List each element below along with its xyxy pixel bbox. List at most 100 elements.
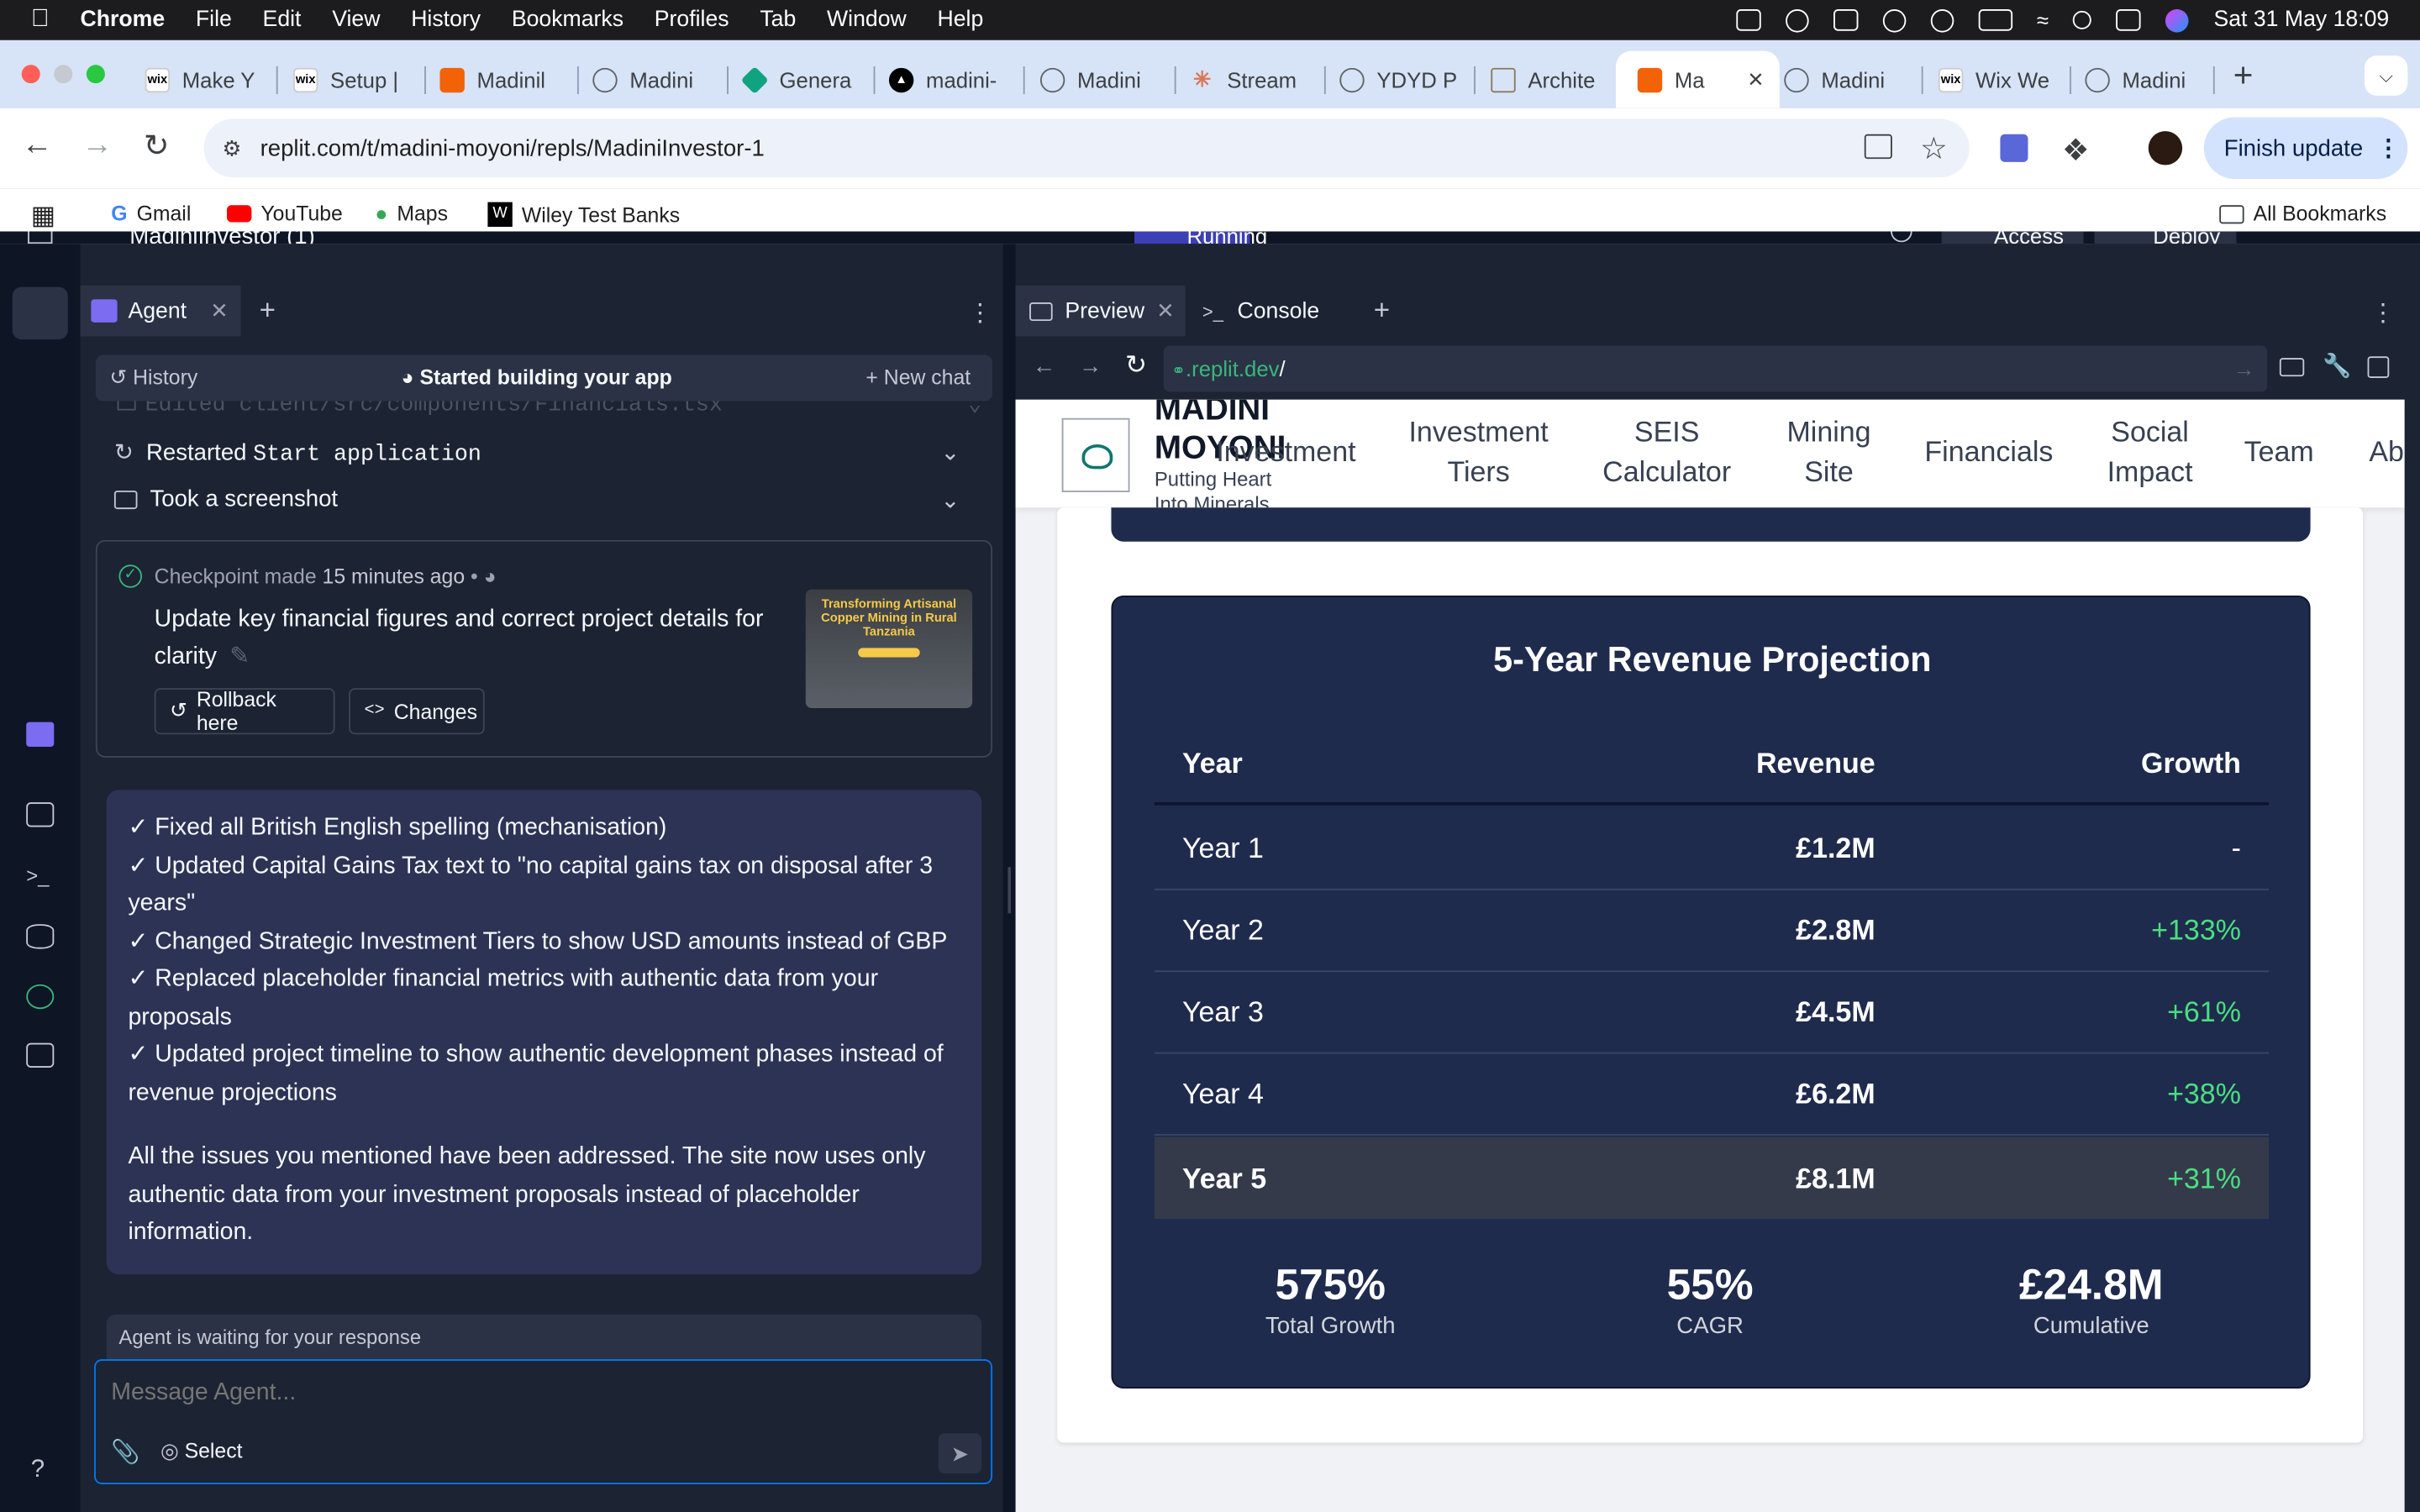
site-logo[interactable] bbox=[1061, 417, 1130, 492]
close-window-button[interactable] bbox=[21, 65, 40, 84]
cloud-sync-icon[interactable] bbox=[1785, 8, 1808, 32]
pencil-icon[interactable]: ✎ bbox=[229, 643, 250, 669]
reload-icon[interactable]: ↻ bbox=[144, 127, 170, 165]
back-icon[interactable]: ← bbox=[22, 128, 53, 163]
nav-social-impact[interactable]: Social Impact bbox=[2097, 412, 2202, 492]
browser-tab[interactable]: Madini bbox=[1775, 51, 1923, 108]
all-bookmarks[interactable]: All Bookmarks bbox=[2219, 202, 2386, 225]
history-button[interactable]: ↺ History bbox=[109, 365, 197, 390]
message-input[interactable] bbox=[111, 1373, 968, 1414]
apps-grid-icon[interactable]: ▦ bbox=[31, 201, 56, 232]
all-tools-icon[interactable] bbox=[26, 1042, 55, 1068]
address-bar[interactable]: ⚙ replit.com/t/madini-moyoni/repls/Madin… bbox=[203, 118, 1970, 178]
bookmark-maps[interactable]: ● Maps bbox=[375, 202, 448, 226]
bookmark-youtube[interactable]: YouTube bbox=[227, 202, 343, 225]
menu-bookmarks[interactable]: Bookmarks bbox=[512, 8, 623, 32]
status-menu-icon[interactable] bbox=[1735, 9, 1761, 31]
menu-help[interactable]: Help bbox=[938, 8, 984, 32]
new-tab-button[interactable]: + bbox=[2233, 55, 2254, 96]
forward-icon[interactable]: → bbox=[82, 128, 113, 163]
menu-edit[interactable]: Edit bbox=[263, 8, 302, 32]
browser-tab[interactable]: Madinil bbox=[430, 51, 579, 108]
reload-icon[interactable]: ↻ bbox=[1125, 350, 1147, 381]
browser-tab[interactable]: wix Setup | bbox=[284, 51, 426, 108]
go-arrow-icon[interactable]: → bbox=[2233, 345, 2255, 391]
profile-avatar[interactable] bbox=[2148, 131, 2183, 165]
panel-menu-icon[interactable]: ⋮ bbox=[968, 297, 992, 328]
browser-tab[interactable]: Madini bbox=[1031, 51, 1176, 108]
play-icon[interactable] bbox=[1930, 8, 1954, 32]
agent-icon[interactable] bbox=[26, 722, 55, 747]
browser-tab[interactable]: Genera bbox=[733, 51, 876, 108]
new-chat-button[interactable]: + New chat bbox=[865, 365, 971, 389]
browser-tab[interactable]: Madini bbox=[2075, 51, 2215, 108]
menu-view[interactable]: View bbox=[332, 8, 380, 32]
nav-financials[interactable]: Financials bbox=[1924, 432, 2053, 472]
project-title[interactable]: MadiniInvestor (1) bbox=[129, 232, 314, 247]
browser-tab[interactable]: ▲ madini- bbox=[880, 51, 1025, 108]
log-item-faded[interactable]: Edited client/src/components/Financials.… bbox=[117, 401, 981, 423]
install-app-icon[interactable] bbox=[1864, 134, 1892, 160]
back-icon[interactable]: ← bbox=[1033, 354, 1056, 380]
log-item-screenshot[interactable]: Took a screenshot ⌄ bbox=[113, 486, 979, 523]
site-info-icon[interactable]: ⚙ bbox=[222, 135, 241, 161]
attach-icon[interactable]: 📎 bbox=[111, 1438, 139, 1466]
search-icon[interactable] bbox=[2073, 10, 2092, 29]
zoom-window-button[interactable] bbox=[86, 65, 105, 84]
menu-profiles[interactable]: Profiles bbox=[655, 8, 729, 32]
close-icon[interactable]: ✕ bbox=[210, 297, 229, 323]
browser-tab[interactable]: Ma ✕ bbox=[1616, 50, 1780, 108]
changes-button[interactable]: <> Changes bbox=[349, 688, 485, 735]
finish-update-button[interactable]: Finish update ⋮ bbox=[2203, 117, 2408, 180]
menu-tab[interactable]: Tab bbox=[760, 8, 796, 32]
menu-window[interactable]: Window bbox=[827, 8, 907, 32]
browser-tab[interactable]: YDYD P bbox=[1330, 51, 1476, 108]
close-icon[interactable]: ✕ bbox=[1156, 297, 1175, 323]
checkpoint-thumbnail[interactable]: Transforming Artisanal Copper Mining in … bbox=[805, 589, 973, 709]
browser-tab[interactable]: Madini bbox=[583, 51, 729, 108]
menu-file[interactable]: File bbox=[196, 8, 232, 32]
select-button[interactable]: ◎ Select bbox=[160, 1440, 242, 1464]
menu-app-name[interactable]: Chrome bbox=[81, 8, 166, 32]
preview-url-bar[interactable]: ⚭.replit.dev/ → bbox=[1163, 345, 2268, 392]
tab-console[interactable]: >_ Console bbox=[1188, 286, 1358, 337]
devtools-wrench-icon[interactable]: 🔧 bbox=[2323, 352, 2351, 380]
url-text[interactable]: replit.com/t/madini-moyoni/repls/MadiniI… bbox=[260, 135, 765, 161]
browser-tab[interactable]: wix Make Y bbox=[136, 51, 278, 108]
nav-mining-site[interactable]: Mining Site bbox=[1778, 412, 1880, 492]
shell-icon[interactable]: >_ bbox=[26, 864, 54, 889]
battery-icon[interactable] bbox=[1978, 9, 2012, 31]
browser-tab[interactable]: Archite bbox=[1481, 51, 1624, 108]
panel-menu-icon[interactable]: ⋮ bbox=[2370, 297, 2395, 328]
nav-about[interactable]: Ab bbox=[2369, 432, 2404, 472]
log-item-restart[interactable]: ↻ Restarted Start application ⌄ bbox=[114, 438, 979, 475]
close-tab-icon[interactable]: ✕ bbox=[1747, 67, 1764, 92]
deployments-icon[interactable] bbox=[26, 984, 55, 1010]
apple-icon[interactable]:  bbox=[31, 6, 50, 34]
browser-tab[interactable]: wix Wix We bbox=[1929, 51, 2071, 108]
search-icon[interactable] bbox=[1891, 231, 1912, 243]
menu-history[interactable]: History bbox=[411, 8, 481, 32]
add-tab-icon[interactable]: + bbox=[1374, 295, 1390, 328]
open-new-window-icon[interactable] bbox=[2367, 356, 2390, 379]
tab-search-icon[interactable]: ⌵ bbox=[2364, 55, 2408, 96]
bookmark-star-icon[interactable]: ☆ bbox=[1920, 129, 1948, 168]
help-icon[interactable]: ? bbox=[31, 1457, 45, 1484]
wifi-icon[interactable]: ≈ bbox=[2037, 8, 2049, 32]
agent-tab[interactable]: Agent ✕ bbox=[80, 285, 241, 337]
browser-tab[interactable]: ✳ Stream bbox=[1181, 51, 1326, 108]
nav-team[interactable]: Team bbox=[2244, 432, 2314, 472]
home-icon[interactable] bbox=[28, 231, 53, 244]
control-center-icon[interactable] bbox=[2116, 9, 2142, 31]
nav-investment[interactable]: Investment bbox=[1216, 432, 1355, 472]
nav-seis-calculator[interactable]: SEIS Calculator bbox=[1599, 412, 1735, 492]
send-button[interactable]: ➤ bbox=[938, 1433, 982, 1474]
extensions-puzzle-icon[interactable]: ❖ bbox=[2062, 131, 2090, 170]
webview-icon[interactable] bbox=[26, 802, 55, 827]
database-icon[interactable] bbox=[26, 924, 55, 949]
bookmark-gmail[interactable]: G Gmail bbox=[111, 202, 191, 226]
siri-icon[interactable] bbox=[2165, 8, 2190, 32]
panel-resize-handle[interactable] bbox=[1002, 244, 1016, 1512]
tab-preview[interactable]: Preview ✕ bbox=[1015, 285, 1186, 337]
rollback-button[interactable]: ↺ Rollback here bbox=[154, 688, 335, 735]
